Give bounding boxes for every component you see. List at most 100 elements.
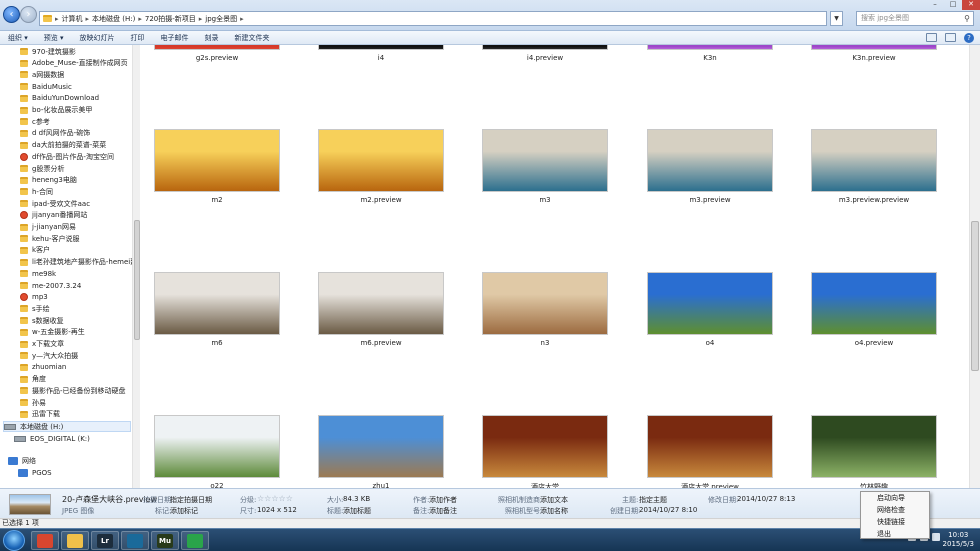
nav-item[interactable]: x下载文章 [20,339,64,350]
menu-item-wizard[interactable]: 启动向导 [861,493,929,504]
nav-item[interactable]: df作品-图片作品-淘宝空间 [20,151,114,162]
nav-item[interactable]: bo-化妆品展示美甲 [20,105,92,116]
explorer-taskbar-button[interactable] [61,531,89,550]
nav-item[interactable]: BaiduYunDownload [20,93,99,104]
search-input[interactable]: 搜索 jpg全景图 ⚲ [856,11,974,26]
email-button[interactable]: 电子邮件 [161,33,189,43]
nav-item[interactable]: j-jianyan网易 [20,222,76,233]
nav-item[interactable]: kehu-客户说服 [20,233,80,244]
clock[interactable]: 10:03 2015/5/3 [943,531,974,549]
nav-item[interactable]: s数据收复 [20,315,64,326]
burn-button[interactable]: 刻录 [205,33,219,43]
organize-button[interactable]: 组织 ▾ [8,33,28,43]
nav-item[interactable]: Adobe_Muse-直接制作成网页 [20,58,128,69]
nav-item[interactable]: a网摄数据 [20,69,64,80]
nav-item[interactable]: mp3 [20,292,48,303]
address-dropdown-button[interactable]: ▼ [830,11,843,26]
slideshow-button[interactable]: 放映幻灯片 [80,33,115,43]
file-thumbnail[interactable]: K3n [647,45,773,62]
lightroom-taskbar-button[interactable]: Lr [91,531,119,550]
nav-item[interactable]: da大前拍摄的菜谱-菜菜 [20,140,106,151]
nav-item[interactable]: 网络 [8,455,36,466]
file-thumbnail[interactable]: m6.preview [318,272,444,347]
menu-item-exit[interactable]: 退出 [861,529,929,540]
file-thumbnail[interactable]: i4.preview [482,45,608,62]
file-thumbnail[interactable]: m3 [482,129,608,204]
file-thumbnail[interactable]: i4 [318,45,444,62]
nav-item[interactable]: y—汽大众拍摄 [20,350,78,361]
nav-item[interactable]: k客户 [20,245,50,256]
new-folder-button[interactable]: 新建文件夹 [235,33,270,43]
muse-taskbar-button[interactable]: Mu [151,531,179,550]
file-thumbnail[interactable]: o4.preview [811,272,937,347]
content-scroll-thumb[interactable] [971,221,979,371]
nav-item[interactable]: 孙易 [20,397,46,408]
print-button[interactable]: 打印 [131,33,145,43]
nav-item[interactable]: me-2007.3.24 [20,280,81,291]
file-thumbnail[interactable]: o22 [154,415,280,488]
help-icon[interactable]: ? [964,33,974,43]
file-thumbnail[interactable]: zhu1 [318,415,444,488]
file-thumbnail[interactable]: o4 [647,272,773,347]
nav-item[interactable]: h-合同 [20,186,53,197]
rating-stars[interactable]: ☆☆☆☆☆ [257,494,293,503]
menu-item-network-check[interactable]: 网络检查 [861,505,929,516]
file-thumbnail[interactable]: K3n.preview [811,45,937,62]
nav-scrollbar[interactable] [132,45,140,488]
volume-icon[interactable] [932,533,940,541]
nav-item[interactable]: c参考 [20,116,50,127]
nav-item[interactable]: BaiduMusic [20,81,72,92]
breadcrumb-item[interactable]: 720拍摄-新项目 [145,14,196,24]
file-thumbnail[interactable]: 酒店大堂.preview [647,415,773,488]
preview-button[interactable]: 预览 ▾ [44,33,64,43]
nav-item[interactable]: ipad-受欢文件aac [20,198,90,209]
file-thumbnail[interactable]: 酒店大堂 [482,415,608,488]
chrome-taskbar-button[interactable] [31,531,59,550]
forward-button[interactable]: › [20,6,37,23]
nav-item[interactable]: d df风网作品-碗饰 [20,128,90,139]
field-value[interactable]: 指定主题 [639,495,667,505]
nav-item[interactable]: me98k [20,268,56,279]
updater-taskbar-button[interactable] [181,531,209,550]
file-thumbnail[interactable]: 竹林野趣 [811,415,937,488]
view-options-icon[interactable] [926,33,937,42]
field-value[interactable]: 添加作者 [429,495,457,505]
file-thumbnail[interactable]: n3 [482,272,608,347]
start-button[interactable] [3,530,25,551]
field-value[interactable]: 添加标记 [170,506,198,516]
field-value[interactable]: 添加文本 [540,495,568,505]
breadcrumb-item[interactable]: jpg全景图 [205,14,237,24]
preview-pane-icon[interactable] [945,33,956,42]
nav-item[interactable]: li老孙建筑地产摄影作品-hemei建筑系 [20,257,139,268]
nav-item[interactable]: 摄影作品-已经备份到移动硬盘 [20,385,126,396]
file-thumbnail[interactable]: m2 [154,129,280,204]
nav-item[interactable]: s手绘 [20,303,50,314]
nav-item[interactable]: PGOS [18,467,52,478]
file-thumbnail[interactable]: m3.preview [647,129,773,204]
close-button[interactable]: ✕ [962,0,980,10]
nav-item[interactable]: 本地磁盘 (H:) [3,421,131,432]
nav-item[interactable]: EOS_DIGITAL (K:) [14,433,90,444]
file-thumbnail[interactable]: g2s.preview [154,45,280,62]
photoshop-taskbar-button[interactable] [121,531,149,550]
field-value[interactable]: 添加名称 [540,506,568,516]
back-button[interactable]: ‹ [3,6,20,23]
minimize-button[interactable]: – [926,0,944,10]
field-value[interactable]: 指定拍摄日期 [170,495,212,505]
content-scrollbar[interactable] [969,45,980,488]
nav-item[interactable]: jijanyan番播网站 [20,210,87,221]
breadcrumb-item[interactable]: 计算机 [62,14,83,24]
nav-item[interactable]: 迅雷下载 [20,409,60,420]
nav-item[interactable]: heneng3电脑 [20,175,77,186]
nav-item[interactable]: zhuomian [20,362,66,373]
file-thumbnail[interactable]: m6 [154,272,280,347]
nav-item[interactable]: w-五金摄影-再生 [20,327,85,338]
breadcrumb-item[interactable]: 本地磁盘 (H:) [92,14,135,24]
maximize-button[interactable]: □ [944,0,962,10]
file-thumbnail[interactable]: m2.preview [318,129,444,204]
field-value[interactable]: 添加标题 [343,506,371,516]
menu-item-shortcut[interactable]: 快捷链接 [861,517,929,528]
field-value[interactable]: 添加备注 [429,506,457,516]
nav-item[interactable]: 角度 [20,374,46,385]
search-icon[interactable]: ⚲ [964,12,970,25]
